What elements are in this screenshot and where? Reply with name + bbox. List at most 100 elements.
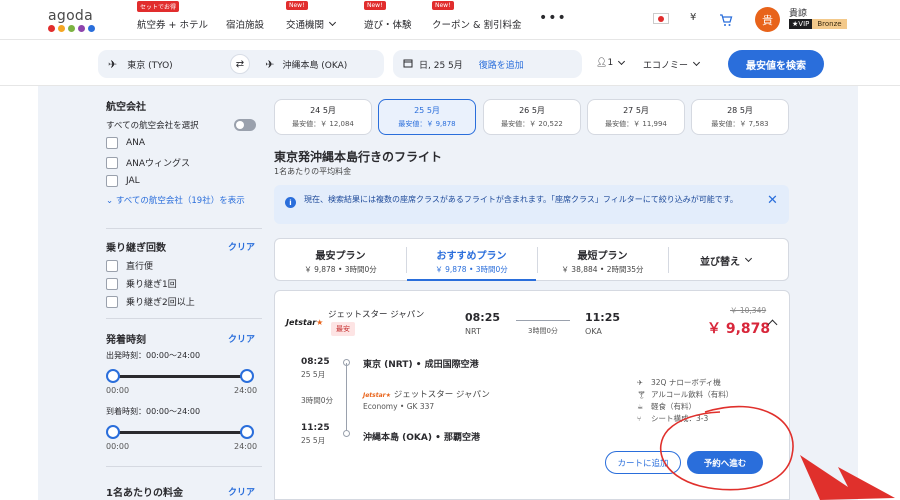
passenger-count: 1 — [607, 58, 614, 68]
cabin-selector[interactable]: エコノミー — [643, 58, 701, 71]
checkbox[interactable] — [106, 295, 118, 308]
date-price: 最安値：￥ 20,522 — [501, 120, 563, 128]
origin-value: 東京 (TYO) — [127, 60, 173, 71]
date-price: 最安値：￥ 7,583 — [711, 120, 769, 128]
more-menu-icon[interactable]: ••• — [539, 10, 567, 26]
info-notice: i 現在、検索結果には複数の座席クラスがあるフライトが含まれます。「座席クラス」… — [274, 185, 789, 224]
search-button[interactable]: 最安値を検索 — [728, 50, 824, 78]
segment-arrival-date: 25 5月 — [301, 436, 326, 445]
checkbox[interactable] — [106, 277, 118, 290]
date-price: 最安値：￥ 12,084 — [292, 120, 354, 128]
date-option[interactable]: 28 5月 最安値：￥ 7,583 — [691, 99, 789, 135]
segment-airline-name: ジェットスター ジャパン — [393, 390, 490, 400]
top-header: agoda セットでお得 航空券 + ホテル 宿泊施設 New! 交通機関 Ne… — [0, 0, 900, 40]
departure-time-slider[interactable] — [106, 369, 254, 383]
arrival-time-slider[interactable] — [106, 425, 254, 439]
times-clear-link[interactable]: クリア — [228, 332, 255, 345]
airline-option[interactable]: ANAウィングス — [106, 156, 190, 169]
logo-text: agoda — [48, 8, 93, 24]
price-filter-title: 1名あたりの料金 — [106, 488, 183, 499]
stops-filter-title: 乗り継ぎ回数 — [106, 243, 166, 254]
segment-arrival-airport: 沖縄本島 (OKA) • 那覇空港 — [363, 433, 480, 443]
vip-label: ★VIP — [789, 19, 813, 29]
nav-accommodation[interactable]: 宿泊施設 — [226, 0, 264, 40]
timeline-line — [346, 363, 347, 437]
stops-label: 直行便 — [126, 262, 154, 272]
date-option-selected[interactable]: 25 5月 最安値：￥ 9,878 — [378, 99, 476, 135]
departure-code: NRT — [465, 327, 481, 336]
checkbox[interactable] — [106, 137, 118, 149]
tab-recommended[interactable]: おすすめプラン ￥ 9,878 • 3時間0分 — [407, 239, 536, 281]
segment-departure-time: 08:25 — [301, 357, 330, 367]
date-option[interactable]: 24 5月 最安値：￥ 12,084 — [274, 99, 372, 135]
tab-title: 最安プラン — [315, 251, 366, 262]
chevron-down-icon — [328, 18, 337, 26]
nav-flight-hotel[interactable]: セットでお得 航空券 + ホテル — [137, 0, 208, 40]
slider-handle-max[interactable] — [240, 369, 254, 383]
nav-transport[interactable]: New! 交通機関 — [286, 0, 337, 40]
price-clear-link[interactable]: クリア — [228, 485, 255, 498]
destination-value: 沖縄本島 (OKA) — [282, 60, 348, 71]
sort-dropdown[interactable]: 並び替え — [700, 253, 753, 268]
nav-activities[interactable]: New! 遊び・体験 — [364, 0, 412, 40]
airline-option[interactable]: JAL — [106, 175, 140, 187]
show-all-airlines-link[interactable]: ⌄ すべての航空会社（19社）を表示 — [106, 195, 256, 207]
flight-duration: 3時間0分 — [528, 327, 558, 335]
japan-flag-icon[interactable] — [653, 13, 669, 24]
filter-sidebar: 航空会社 すべての航空会社を選択 ANA ANAウィングス JAL ⌄ すべての… — [38, 86, 262, 500]
stops-option[interactable]: 乗り継ぎ1回 — [106, 277, 177, 290]
route-line — [516, 320, 570, 321]
sort-tabs: 最安プラン ￥ 9,878 • 3時間0分 おすすめプラン ￥ 9,878 • … — [274, 238, 789, 281]
date-label: 27 5月 — [623, 106, 649, 115]
airline-option[interactable]: ANA — [106, 137, 145, 149]
currency-selector[interactable]: ¥ — [690, 12, 696, 23]
add-to-cart-button[interactable]: カートに追加 — [605, 451, 681, 474]
takeoff-icon: ✈ — [108, 57, 118, 71]
tab-fastest[interactable]: 最短プラン ￥ 38,884 • 2時間35分 — [538, 239, 667, 281]
stops-option[interactable]: 乗り継ぎ2回以上 — [106, 295, 195, 308]
amenity-aircraft: ✈ 32Q ナローボディ機 — [637, 378, 721, 387]
sort-label: 並び替え — [700, 257, 740, 268]
add-return-link[interactable]: 復路を追加 — [479, 58, 524, 71]
divider — [106, 318, 262, 319]
nav-coupons[interactable]: New! クーポン & 割引料金 — [432, 0, 521, 40]
checkbox[interactable] — [106, 156, 118, 169]
checkbox[interactable] — [106, 259, 118, 272]
cart-icon[interactable] — [719, 12, 733, 31]
book-button[interactable]: 予約へ進む — [687, 451, 763, 474]
date-option[interactable]: 26 5月 最安値：￥ 20,522 — [483, 99, 581, 135]
agoda-logo[interactable]: agoda — [48, 8, 95, 32]
nav-label: クーポン & 割引料金 — [432, 20, 522, 31]
date-option[interactable]: 27 5月 最安値：￥ 11,994 — [587, 99, 685, 135]
flight-card[interactable]: Jetstar★ ジェットスター ジャパン 最安 08:25 NRT 3時間0分… — [274, 290, 790, 500]
checkbox[interactable] — [106, 175, 118, 187]
close-icon[interactable]: ✕ — [767, 193, 778, 208]
departure-time-label: 出発時刻：00:00〜24:00 — [106, 351, 201, 360]
stops-option[interactable]: 直行便 — [106, 259, 153, 272]
passenger-selector[interactable]: 👤︎ 1 — [596, 57, 626, 68]
user-name[interactable]: 貴諒 — [789, 6, 807, 19]
segment-class: Economy • GK 337 — [363, 402, 435, 411]
nav-badge: New! — [286, 1, 308, 10]
stops-label: 乗り継ぎ1回 — [126, 280, 177, 290]
stops-label: 乗り継ぎ2回以上 — [126, 298, 195, 308]
jetstar-logo: Jetstar★ — [286, 318, 324, 327]
vip-badge: ★VIP Bronze — [789, 19, 847, 29]
tab-title: 最短プラン — [577, 251, 628, 262]
tab-cheapest[interactable]: 最安プラン ￥ 9,878 • 3時間0分 — [275, 239, 406, 281]
tab-sub: ￥ 9,878 • 3時間0分 — [435, 265, 508, 274]
swap-icon[interactable]: ⇄ — [230, 54, 250, 74]
slider-handle-max[interactable] — [240, 425, 254, 439]
slider-handle-min[interactable] — [106, 369, 120, 383]
avatar[interactable]: 貴 — [755, 7, 780, 32]
times-filter-title: 発着時刻 — [106, 335, 146, 346]
original-price: ￥ 10,349 — [730, 306, 767, 315]
slider-handle-min[interactable] — [106, 425, 120, 439]
airline-label: ANA — [126, 138, 146, 148]
vip-tier: Bronze — [812, 19, 847, 29]
stops-clear-link[interactable]: クリア — [228, 240, 255, 253]
select-all-toggle[interactable] — [234, 119, 256, 131]
divider — [668, 247, 669, 273]
date-field[interactable]: 日, 25 5月 復路を追加 — [393, 50, 582, 78]
person-icon: 👤︎ — [596, 58, 608, 68]
